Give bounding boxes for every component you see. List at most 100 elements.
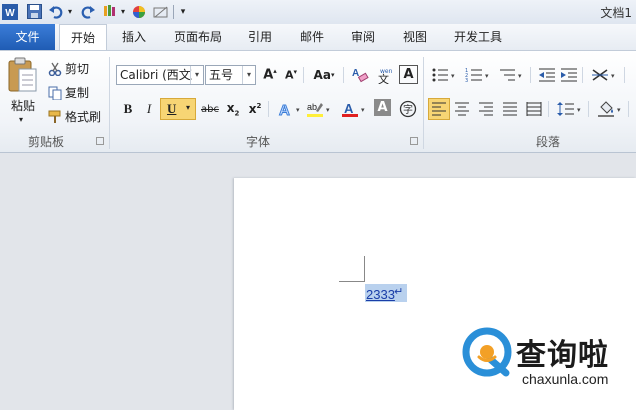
word-icon[interactable]: W [2, 3, 18, 20]
font-dialog-launcher-icon[interactable] [410, 137, 418, 145]
multilevel-list-button[interactable] [497, 65, 517, 85]
phonetic-guide-button[interactable]: wen 文 [375, 65, 395, 85]
grow-font-button[interactable]: A▴ [260, 65, 280, 85]
toolbar-separator [624, 67, 625, 83]
watermark-logo-icon [462, 327, 512, 377]
group-separator [423, 57, 424, 149]
text-effects-icon: A [279, 102, 291, 119]
tab-review[interactable]: 审阅 [343, 24, 383, 50]
paint-dropdown-icon[interactable]: ▾ [119, 3, 127, 20]
toolbar-separator [628, 101, 629, 117]
cut-label: 剪切 [65, 62, 90, 76]
tab-developer[interactable]: 开发工具 [450, 24, 506, 50]
distributed-button[interactable] [524, 99, 544, 119]
toolbar-separator [268, 101, 269, 117]
color-wheel-icon[interactable] [131, 3, 147, 20]
tab-view[interactable]: 视图 [395, 24, 435, 50]
clipboard-dialog-launcher-icon[interactable] [96, 137, 104, 145]
align-left-button[interactable] [428, 98, 450, 120]
save-icon[interactable] [26, 3, 42, 20]
chevron-down-icon[interactable]: ▾ [617, 106, 621, 114]
chevron-down-icon[interactable]: ▾ [451, 72, 455, 80]
line-spacing-icon [557, 102, 574, 116]
svg-text:W: W [5, 8, 15, 19]
italic-button[interactable]: I [139, 99, 159, 119]
chevron-down-icon[interactable]: ▾ [326, 106, 330, 114]
copy-button[interactable]: 复制 [48, 84, 89, 101]
strikethrough-button[interactable]: abc [199, 99, 221, 119]
toolbar-separator [588, 101, 589, 117]
superscript-icon: x2 [248, 102, 262, 116]
tab-home[interactable]: 开始 [59, 24, 107, 50]
redo-icon[interactable] [80, 3, 96, 20]
paint-bucket-icon [598, 101, 614, 117]
shading-button[interactable] [596, 99, 616, 119]
chevron-down-icon[interactable]: ▾ [577, 106, 581, 114]
increase-indent-icon [561, 68, 577, 82]
superscript-button[interactable]: x2 [245, 99, 265, 119]
underline-button[interactable]: U ▾ [160, 98, 196, 120]
undo-icon[interactable] [48, 3, 64, 20]
paste-dropdown-icon[interactable]: ▾ [19, 115, 23, 124]
customize-qat-icon[interactable]: ▾ [178, 3, 188, 20]
tab-file[interactable]: 文件 [0, 24, 55, 50]
paint-icon[interactable] [102, 3, 118, 20]
toolbar-separator [303, 67, 304, 83]
subscript-button[interactable]: x2 [223, 99, 243, 119]
change-case-button[interactable]: Aa ▾ [312, 65, 336, 85]
increase-indent-button[interactable] [559, 65, 579, 85]
format-painter-button[interactable]: 格式刷 [48, 108, 101, 125]
text-effects-button[interactable]: A [276, 99, 296, 119]
underline-icon: U [167, 101, 177, 116]
multilevel-list-icon [500, 69, 515, 81]
align-right-button[interactable] [476, 99, 496, 119]
character-border-button[interactable]: A [399, 65, 418, 84]
svg-text:3: 3 [465, 78, 468, 83]
clear-formatting-button[interactable]: A [350, 65, 370, 85]
draw-icon[interactable] [153, 3, 169, 20]
bold-button[interactable]: B [118, 99, 138, 119]
qat-separator [172, 3, 174, 20]
chevron-down-icon[interactable]: ▾ [611, 72, 615, 80]
watermark-name: 查询啦 [516, 338, 609, 373]
line-spacing-button[interactable] [556, 99, 576, 119]
font-family-select[interactable]: Calibri (西文正 ▾ [116, 65, 204, 85]
character-shading-button[interactable]: A [374, 99, 391, 116]
align-right-icon [479, 102, 493, 116]
font-color-button[interactable]: A [340, 99, 360, 119]
undo-dropdown-icon[interactable]: ▾ [66, 3, 74, 20]
align-center-button[interactable] [452, 99, 472, 119]
tab-insert[interactable]: 插入 [112, 24, 156, 50]
bold-icon: B [123, 101, 133, 116]
paste-button[interactable]: 粘贴 ▾ [6, 55, 40, 129]
chevron-down-icon[interactable]: ▾ [361, 106, 365, 114]
format-painter-icon [48, 110, 61, 123]
tab-mailings[interactable]: 邮件 [292, 24, 332, 50]
margin-corner-mark [364, 256, 365, 282]
svg-text:A: A [344, 101, 354, 116]
cut-button[interactable]: 剪切 [48, 60, 89, 77]
numbering-button[interactable]: 123 [464, 65, 484, 85]
highlight-button[interactable]: ab [305, 99, 325, 119]
group-separator [109, 57, 110, 149]
document-text[interactable]: 2333 [366, 287, 395, 302]
enclose-characters-button[interactable]: 字 [398, 99, 418, 119]
tab-references[interactable]: 引用 [240, 24, 280, 50]
font-group-label: 字体 [246, 135, 271, 149]
decrease-indent-icon [539, 68, 555, 82]
decrease-indent-button[interactable] [537, 65, 557, 85]
toolbar-separator [548, 101, 549, 117]
toolbar-separator [582, 67, 583, 83]
shrink-font-button[interactable]: A▾ [281, 65, 301, 85]
chevron-down-icon[interactable]: ▾ [485, 72, 489, 80]
bullets-button[interactable] [430, 65, 450, 85]
window-title: 文档1 [600, 6, 632, 20]
justify-button[interactable] [500, 99, 520, 119]
tab-page-layout[interactable]: 页面布局 [168, 24, 228, 50]
chevron-down-icon[interactable]: ▾ [296, 106, 300, 114]
paragraph-mark: ↵ [394, 285, 404, 298]
chevron-down-icon[interactable]: ▾ [518, 72, 522, 80]
chinese-layout-button[interactable] [590, 65, 610, 85]
font-size-select[interactable]: 五号 ▾ [205, 65, 256, 85]
copy-label: 复制 [65, 86, 90, 100]
